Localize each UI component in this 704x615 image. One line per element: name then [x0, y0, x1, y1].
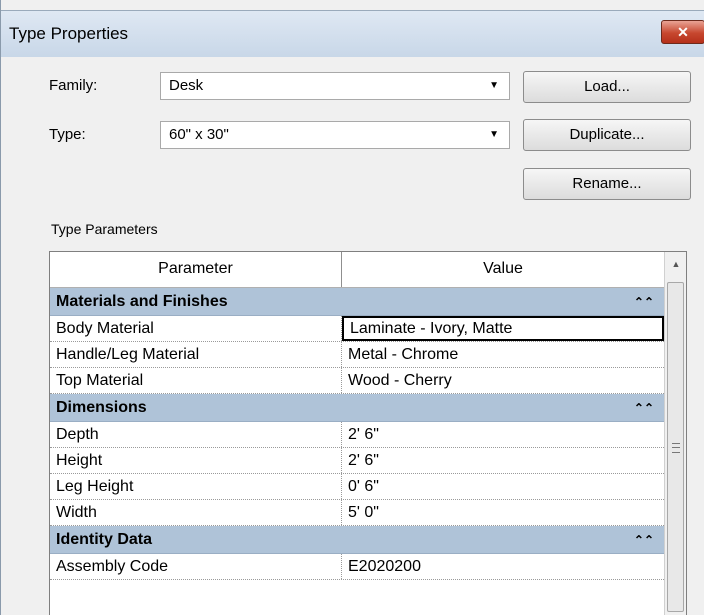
- vertical-scrollbar[interactable]: ▲: [664, 252, 686, 615]
- param-value[interactable]: E2020200: [342, 554, 664, 579]
- group-title: Materials and Finishes: [56, 293, 228, 310]
- family-dropdown[interactable]: Desk ▼: [160, 72, 510, 100]
- chevron-down-icon: ▼: [489, 80, 499, 91]
- type-parameters-label: Type Parameters: [51, 221, 158, 237]
- title-bar: Type Properties ✕: [1, 10, 704, 57]
- type-parameters-grid: Parameter Value Materials and Finishes ⌃…: [49, 251, 687, 615]
- family-label: Family:: [49, 77, 98, 94]
- parameter-column-header[interactable]: Parameter: [50, 252, 342, 287]
- table-row[interactable]: Depth 2' 6": [50, 422, 664, 448]
- param-name: Handle/Leg Material: [50, 342, 342, 367]
- group-identity-data[interactable]: Identity Data ⌃⌃: [50, 526, 664, 554]
- chevron-down-icon: ▼: [489, 129, 499, 140]
- rename-button[interactable]: Rename...: [523, 168, 691, 200]
- table-row[interactable]: Top Material Wood - Cherry: [50, 368, 664, 394]
- param-value[interactable]: 2' 6": [342, 422, 664, 447]
- dialog-title: Type Properties: [9, 24, 129, 43]
- group-materials-and-finishes[interactable]: Materials and Finishes ⌃⌃: [50, 288, 664, 316]
- param-name: Depth: [50, 422, 342, 447]
- table-row[interactable]: Handle/Leg Material Metal - Chrome: [50, 342, 664, 368]
- param-value[interactable]: Metal - Chrome: [342, 342, 664, 367]
- scrollbar-thumb[interactable]: [667, 282, 684, 612]
- group-title: Dimensions: [56, 399, 147, 416]
- table-row[interactable]: Leg Height 0' 6": [50, 474, 664, 500]
- param-value[interactable]: Laminate - Ivory, Matte: [342, 316, 664, 341]
- table-row[interactable]: Width 5' 0": [50, 500, 664, 526]
- table-row[interactable]: Body Material Laminate - Ivory, Matte: [50, 316, 664, 342]
- group-dimensions[interactable]: Dimensions ⌃⌃: [50, 394, 664, 422]
- grip-icon: [672, 443, 680, 453]
- param-name: Leg Height: [50, 474, 342, 499]
- type-properties-dialog: Type Properties ✕ Family: Desk ▼ Load...…: [0, 0, 704, 615]
- table-row[interactable]: Height 2' 6": [50, 448, 664, 474]
- grid-header: Parameter Value: [50, 252, 664, 288]
- grid-rows: Materials and Finishes ⌃⌃ Body Material …: [50, 288, 664, 580]
- family-value: Desk: [169, 77, 204, 94]
- duplicate-button[interactable]: Duplicate...: [523, 119, 691, 151]
- group-title: Identity Data: [56, 531, 153, 548]
- param-name: Width: [50, 500, 342, 525]
- type-label: Type:: [49, 126, 86, 143]
- close-icon: ✕: [677, 24, 689, 40]
- value-column-header[interactable]: Value: [342, 252, 664, 287]
- type-value: 60" x 30": [169, 126, 229, 143]
- param-value[interactable]: 5' 0": [342, 500, 664, 525]
- collapse-icon[interactable]: ⌃⌃: [634, 526, 654, 554]
- collapse-icon[interactable]: ⌃⌃: [634, 394, 654, 422]
- table-row[interactable]: Assembly Code E2020200: [50, 554, 664, 580]
- param-value[interactable]: 2' 6": [342, 448, 664, 473]
- param-value[interactable]: 0' 6": [342, 474, 664, 499]
- close-button[interactable]: ✕: [661, 20, 704, 44]
- type-dropdown[interactable]: 60" x 30" ▼: [160, 121, 510, 149]
- collapse-icon[interactable]: ⌃⌃: [634, 288, 654, 316]
- param-name: Top Material: [50, 368, 342, 393]
- param-name: Height: [50, 448, 342, 473]
- param-value[interactable]: Wood - Cherry: [342, 368, 664, 393]
- load-button[interactable]: Load...: [523, 71, 691, 103]
- scroll-up-icon[interactable]: ▲: [665, 252, 686, 276]
- param-name: Assembly Code: [50, 554, 342, 579]
- param-name: Body Material: [50, 316, 342, 341]
